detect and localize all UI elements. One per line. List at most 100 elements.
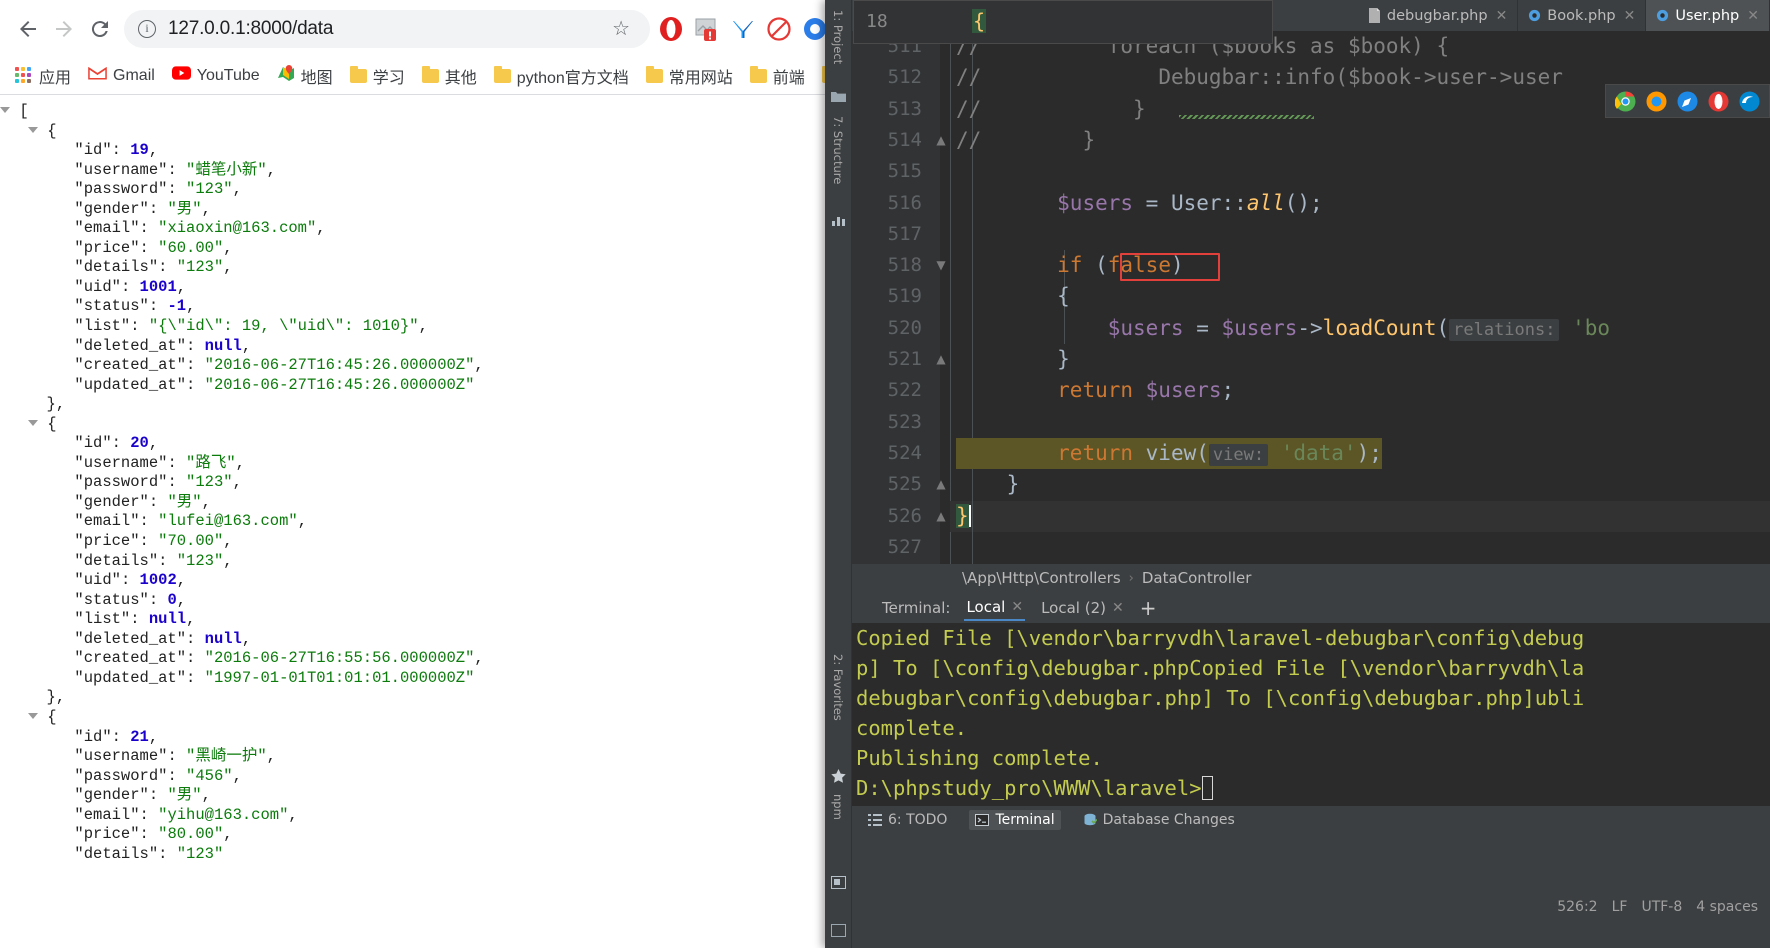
terminal-tab-local-2[interactable]: Local (2) ✕ [1039,596,1126,620]
bookmark-label: 学习 [372,69,405,87]
json-key: "password" [74,766,168,785]
fold-marker-icon[interactable]: ▲ [934,344,948,375]
json-object-open: { [0,122,840,142]
bookmark-folder-5[interactable]: 前端 [743,60,812,92]
add-terminal-button[interactable]: + [1140,598,1157,618]
broken-image-icon[interactable] [694,16,720,42]
collapse-triangle-icon[interactable] [27,419,38,426]
bookmark-apps[interactable]: 应用 [8,60,78,92]
code-line-514: // } [956,125,1095,156]
folder-icon [645,65,663,83]
edge-icon[interactable] [1739,91,1760,112]
tool-tab-npm[interactable]: npm [825,790,852,824]
chrome-icon[interactable] [1614,90,1636,112]
opera-icon[interactable] [658,16,684,42]
address-bar[interactable]: i 127.0.0.1:8000/data ☆ [124,9,650,48]
bookmark-maps[interactable]: 地图 [270,60,340,92]
back-button[interactable] [10,11,46,47]
tool-tab-project[interactable]: 1: Project [825,6,852,68]
breadcrumb-symbol[interactable]: DataController [1142,569,1252,587]
code-punct: ( [1196,440,1209,465]
json-property: "created_at": "2016-06-27T16:55:56.00000… [74,649,484,668]
opera-icon[interactable] [1708,91,1729,112]
close-icon[interactable]: ✕ [1624,8,1636,24]
indent-setting[interactable]: 4 spaces [1696,899,1758,915]
bookmark-folder-3[interactable]: python官方文档 [487,60,636,92]
line-number: 515 [887,160,922,183]
tool-tab-structure[interactable]: 7: Structure [825,112,852,188]
bottom-tab-terminal[interactable]: Terminal [969,809,1061,830]
json-key: "username" [74,453,168,472]
fold-marker-icon[interactable]: ▲ [934,469,948,500]
site-info-icon[interactable]: i [138,19,156,38]
collapse-triangle-icon[interactable] [27,712,38,719]
bookmark-star-icon[interactable]: ☆ [612,16,630,41]
collapse-triangle-icon[interactable] [0,107,10,113]
no-entry-icon[interactable] [766,16,792,42]
terminal-output[interactable]: Copied File [\vendor\barryvdh\laravel-de… [852,623,1770,806]
json-key: "password" [74,473,168,492]
editor-tab-book[interactable]: Book.php ✕ [1518,0,1647,31]
tool-tab-favorites[interactable]: 2: Favorites [825,650,852,725]
json-property: "created_at": "2016-06-27T16:45:26.00000… [74,356,484,375]
reload-button[interactable] [82,11,118,47]
address-bar-url[interactable]: 127.0.0.1:8000/data [168,18,606,40]
close-icon[interactable]: ✕ [1496,8,1508,24]
code-punct: ); [1356,440,1382,465]
file-encoding[interactable]: UTF-8 [1641,899,1682,915]
analytics-icon[interactable] [831,212,846,226]
json-property: "updated_at": "2016-06-27T16:45:26.00000… [74,375,475,394]
editor-tab-user[interactable]: User.php ✕ [1646,0,1770,31]
close-icon[interactable]: ✕ [1011,599,1023,615]
bookmark-folder-2[interactable]: 其他 [415,60,484,92]
close-icon[interactable]: ✕ [1112,600,1124,616]
bookmark-youtube[interactable]: YouTube [165,62,267,89]
code-operator: -> [1297,315,1323,340]
bookmark-gmail[interactable]: Gmail [81,62,162,90]
y-icon[interactable] [730,16,756,42]
collapse-triangle-icon[interactable] [27,126,38,133]
line-separator[interactable]: LF [1612,899,1628,915]
json-key: "gender" [74,492,149,511]
line-number: 521 [887,348,922,370]
text-caret [968,504,971,527]
json-property: "list": null, [74,610,196,629]
safari-icon[interactable] [1677,91,1698,112]
popup-code: { [972,9,987,33]
todo-icon [868,813,882,827]
bookmark-folder-1[interactable]: 学习 [343,60,412,92]
json-value: 20 [130,434,149,453]
terminal-window-icon[interactable] [831,874,846,889]
bookmark-folder-4[interactable]: 常用网站 [639,60,740,92]
bottom-tab-label: Terminal [995,811,1055,828]
line-number: 522 [887,379,922,402]
terminal-caret [1201,776,1213,800]
json-property: "username": "路飞", [74,453,245,472]
folder-icon [493,65,511,83]
event-log-icon[interactable] [831,922,846,937]
json-property: "email": "lufei@163.com", [74,512,307,531]
code-text: } [1133,96,1146,121]
close-icon[interactable]: ✕ [1747,8,1759,24]
breadcrumb-path[interactable]: \App\Http\Controllers [962,569,1121,587]
bottom-tab-database-changes[interactable]: Database Changes [1077,810,1241,830]
star-icon[interactable] [831,768,846,783]
json-property: "uid": 1001, [74,277,187,296]
firefox-icon[interactable] [1646,91,1667,112]
code-variable: $users [1057,190,1134,215]
bottom-tab-todo[interactable]: 6: TODO [862,810,953,830]
fold-marker-icon[interactable]: ▲ [934,125,948,156]
line-number: 524 [887,441,922,464]
json-value: "男" [167,786,202,805]
forward-button[interactable] [46,11,82,47]
json-property: "status": -1, [74,297,196,316]
caret-position[interactable]: 526:2 [1557,899,1597,915]
folder-icon [349,65,367,83]
fold-marker-icon[interactable]: ▲ [934,501,948,532]
project-folder-icon[interactable] [831,88,846,102]
fold-marker-icon[interactable]: ▼ [934,250,948,281]
editor-tab-debugbar[interactable]: debugbar.php ✕ [1358,0,1519,31]
json-value: 0 [167,590,177,609]
code-variable: $users [1221,315,1298,340]
terminal-tab-local[interactable]: Local ✕ [964,595,1026,621]
